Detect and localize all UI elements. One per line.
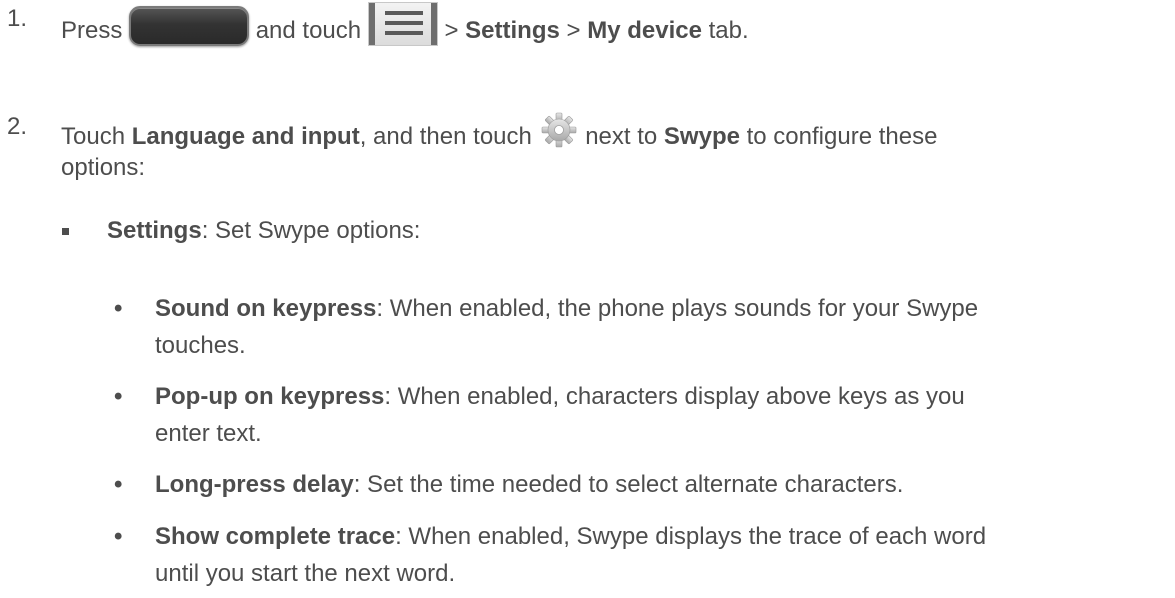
bullet-icon: • — [114, 295, 123, 322]
option-label: Show complete trace — [155, 523, 396, 550]
menu-key-icon — [367, 2, 438, 46]
swype-label: Swype — [663, 123, 740, 150]
bullet-icon: • — [114, 383, 123, 410]
home-key-icon — [129, 6, 250, 46]
step-text: Touch — [61, 123, 126, 150]
option-text-continuation: until you start the next word. — [155, 560, 456, 587]
option-text: : When enabled, the phone plays sounds f… — [376, 295, 979, 322]
separator: > — [444, 17, 459, 44]
step-text: , and then touch — [359, 123, 532, 150]
separator: > — [566, 17, 581, 44]
step-number: 2. — [7, 113, 28, 140]
gear-icon — [541, 112, 576, 148]
step-text: next to — [585, 123, 658, 150]
menu-path-language-and-input: Language and input — [131, 123, 360, 150]
bullet-icon: • — [114, 471, 123, 498]
square-bullet-icon — [62, 228, 69, 235]
step-text: to configure these — [746, 123, 938, 150]
option-text: : When enabled, Swype displays the trace… — [395, 523, 987, 550]
menu-path-my-device: My device — [587, 17, 702, 44]
step-text: tab. — [708, 17, 749, 44]
step-2-continuation: options: — [61, 154, 146, 181]
option-label: Long-press delay — [155, 471, 354, 498]
option-label: Pop-up on keypress — [155, 383, 385, 410]
step-number: 1. — [7, 5, 28, 32]
bullet-icon: • — [114, 523, 123, 550]
settings-item-label: Settings — [107, 217, 202, 244]
option-label: Sound on keypress — [155, 295, 377, 322]
option-text: : When enabled, characters display above… — [384, 383, 965, 410]
menu-path-settings: Settings — [465, 17, 560, 44]
option-text: : Set the time needed to select alternat… — [353, 471, 904, 498]
option-text-continuation: enter text. — [155, 420, 262, 447]
option-text-continuation: touches. — [155, 332, 246, 359]
step-text: Press — [61, 17, 123, 44]
step-text: and touch — [255, 17, 362, 44]
settings-item-text: : Set Swype options: — [201, 217, 421, 244]
